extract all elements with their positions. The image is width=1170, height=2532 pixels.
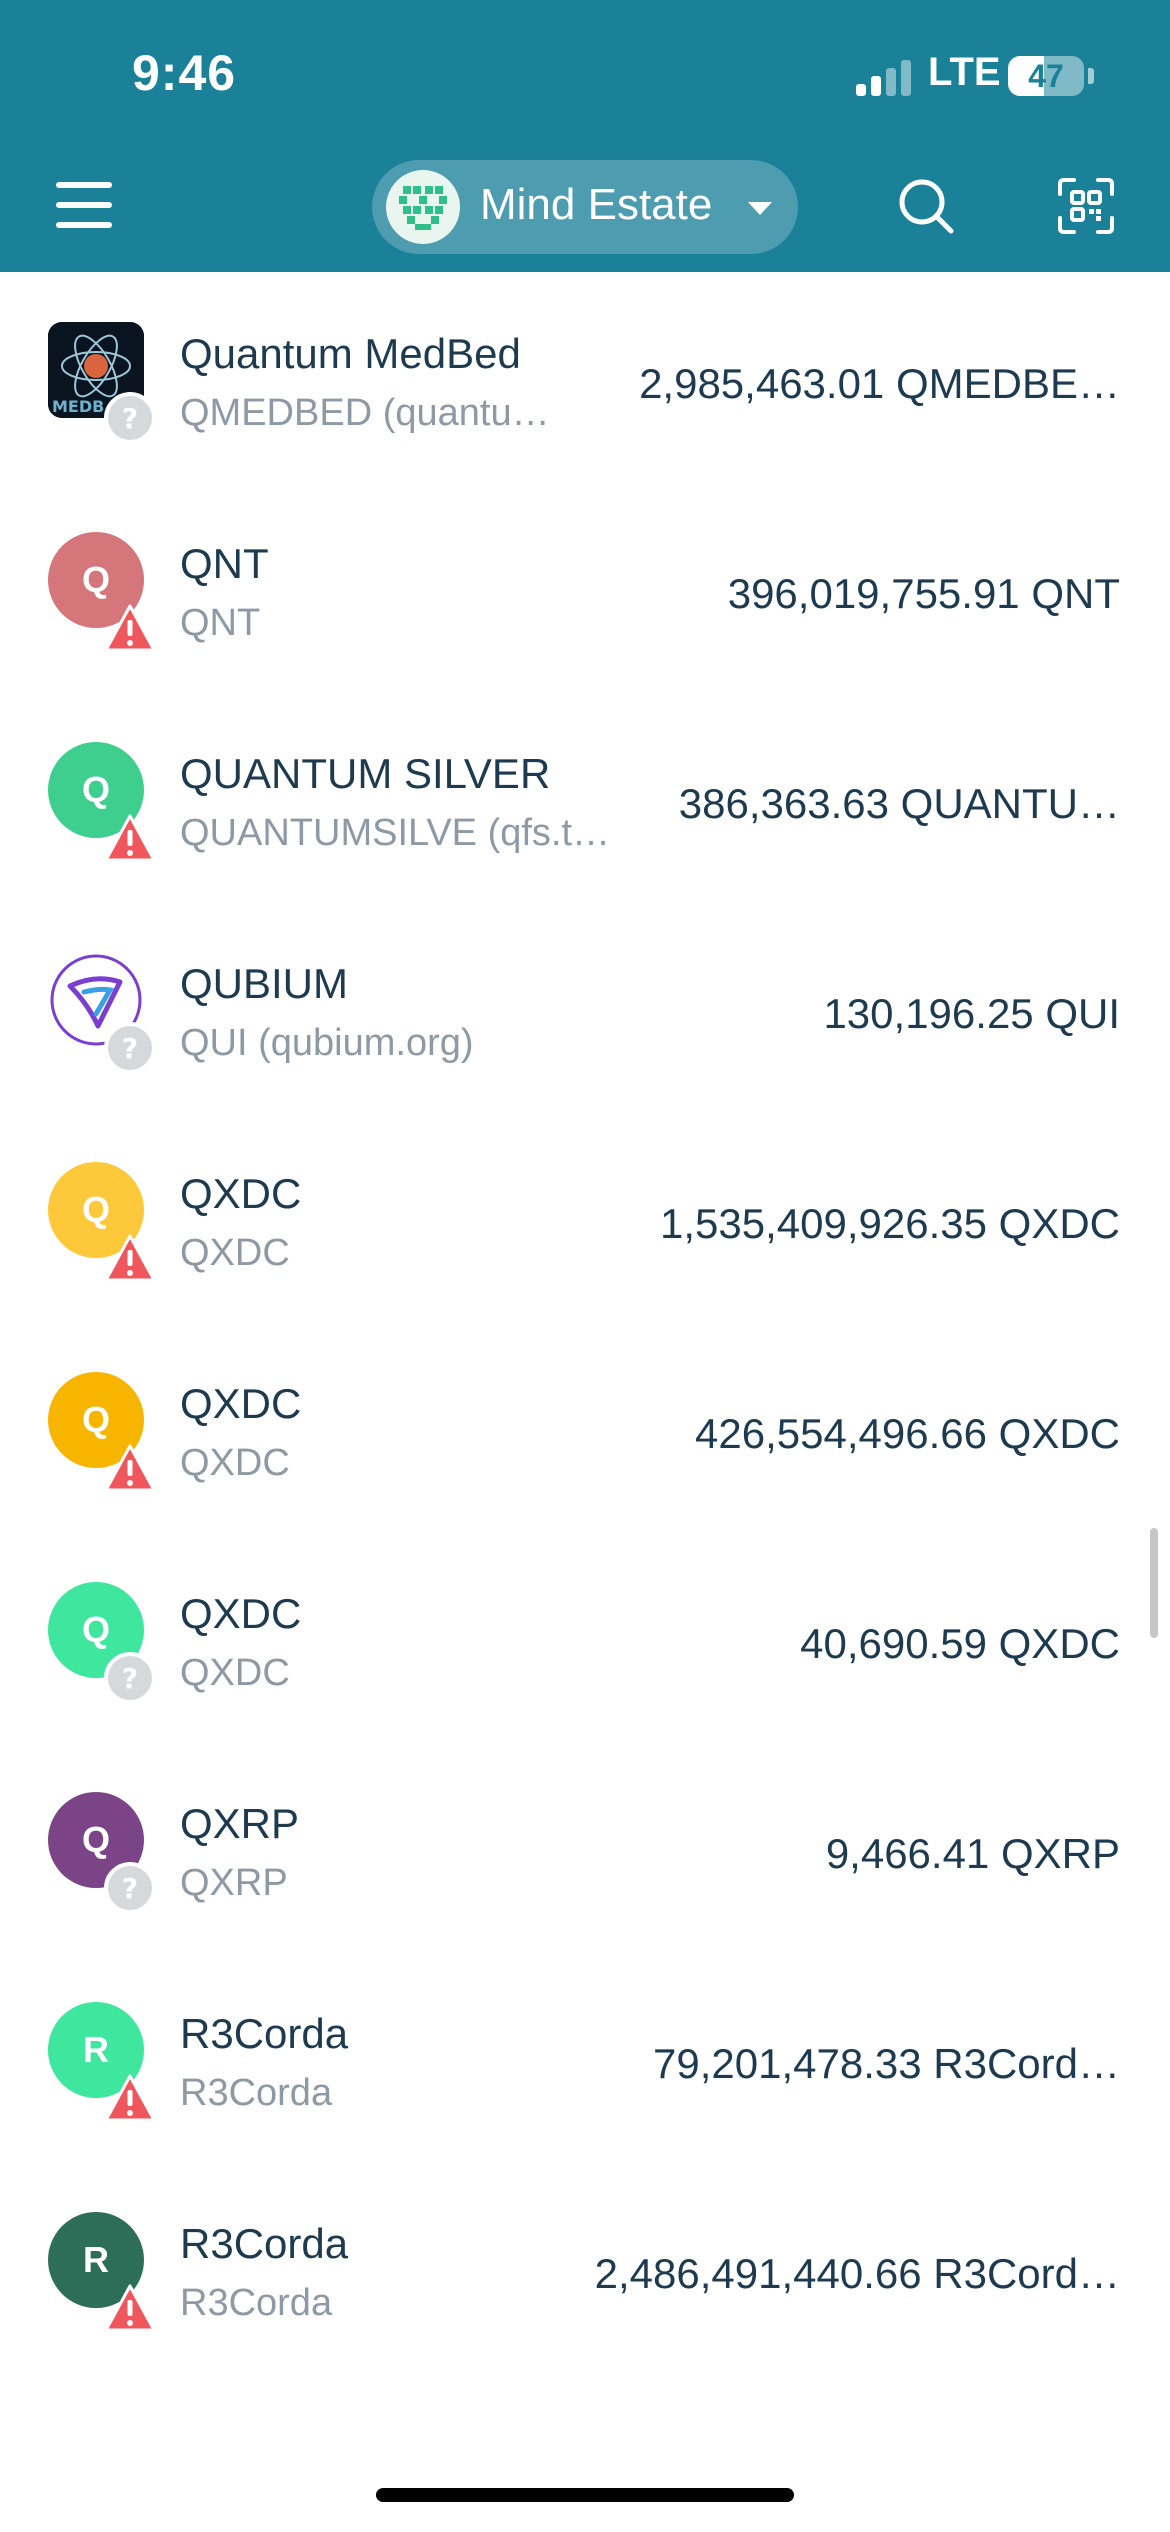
warning-badge-icon: [104, 1234, 156, 1282]
asset-name: QXDC: [180, 1380, 302, 1427]
asset-row[interactable]: Q QUANTUM SILVER QUANTUMSILVE (qfs.t… 38…: [0, 692, 1170, 902]
asset-balance: 426,554,496.66 QXDC: [695, 1410, 1120, 1457]
asset-code: R3Corda: [180, 2282, 333, 2324]
svg-text:MEDB: MEDB: [52, 397, 104, 416]
caret-down-icon: [748, 202, 772, 215]
wallet-avatar: [386, 170, 460, 244]
asset-row[interactable]: MEDB ? Quantum MedBed QMEDBED (quantu… 2…: [0, 272, 1170, 482]
battery-icon: 47: [1008, 56, 1084, 96]
wallet-selector[interactable]: Mind Estate: [372, 160, 798, 254]
asset-balance: 2,985,463.01 QMEDBE…: [639, 360, 1120, 407]
asset-name: QXRP: [180, 1800, 300, 1847]
warning-badge-icon: [104, 2284, 156, 2332]
asset-row[interactable]: Q QNT QNT 396,019,755.91 QNT: [0, 482, 1170, 692]
asset-row[interactable]: Q ? QXRP QXRP 9,466.41 QXRP: [0, 1742, 1170, 1952]
question-badge-icon: ?: [104, 1652, 156, 1704]
svg-text:?: ?: [122, 1032, 138, 1065]
search-button[interactable]: [896, 176, 956, 236]
asset-code: QNT: [180, 602, 261, 644]
asset-code: QXRP: [180, 1862, 288, 1904]
asset-row[interactable]: Q QXDC QXDC 426,554,496.66 QXDC: [0, 1322, 1170, 1532]
status-time: 9:46: [132, 45, 237, 101]
svg-text:?: ?: [122, 402, 138, 435]
asset-balance: 2,486,491,440.66 R3Cord…: [594, 2250, 1120, 2297]
asset-row[interactable]: ? QUBIUM QUI (qubium.org) 130,196.25 QUI: [0, 902, 1170, 1112]
warning-badge-icon: [104, 814, 156, 862]
scrollbar[interactable]: [1150, 1528, 1158, 1638]
asset-name: QUANTUM SILVER: [180, 750, 551, 797]
asset-balance: 40,690.59 QXDC: [800, 1620, 1120, 1667]
asset-code: QXDC: [180, 1232, 290, 1274]
asset-code: QXDC: [180, 1652, 290, 1694]
svg-text:?: ?: [122, 1872, 138, 1905]
asset-name: QNT: [180, 540, 269, 587]
cellular-signal-icon: [856, 60, 912, 96]
battery-percent: 47: [1028, 58, 1064, 94]
question-badge-icon: ?: [104, 1022, 156, 1074]
asset-name: QXDC: [180, 1170, 302, 1217]
battery-nub: [1088, 68, 1094, 84]
question-badge-icon: ?: [104, 392, 156, 444]
asset-balance: 1,535,409,926.35 QXDC: [660, 1200, 1120, 1247]
search-icon: [899, 179, 954, 234]
asset-code: QMEDBED (quantu…: [180, 392, 550, 434]
warning-badge-icon: [104, 604, 156, 652]
asset-balance: 386,363.63 QUANTU…: [678, 780, 1120, 827]
warning-badge-icon: [104, 1444, 156, 1492]
network-type: LTE: [928, 50, 1001, 94]
asset-row[interactable]: Q QXDC QXDC 1,535,409,926.35 QXDC: [0, 1112, 1170, 1322]
asset-code: R3Corda: [180, 2072, 333, 2114]
asset-name: QXDC: [180, 1590, 302, 1637]
asset-name: Quantum MedBed: [180, 330, 521, 377]
asset-name: R3Corda: [180, 2220, 349, 2267]
asset-balance: 79,201,478.33 R3Cord…: [653, 2040, 1120, 2087]
asset-name: QUBIUM: [180, 960, 348, 1007]
asset-name: R3Corda: [180, 2010, 349, 2057]
asset-row[interactable]: R R3Corda R3Corda 2,486,491,440.66 R3Cor…: [0, 2162, 1170, 2372]
svg-text:?: ?: [122, 1662, 138, 1695]
asset-code: QUI (qubium.org): [180, 1022, 474, 1064]
asset-balance: 130,196.25 QUI: [823, 990, 1120, 1037]
app-header: 9:46 LTE 47 Mind Estate: [0, 0, 1170, 272]
qr-scan-button[interactable]: [1056, 176, 1116, 236]
menu-button[interactable]: [56, 180, 112, 230]
asset-balance: 396,019,755.91 QNT: [727, 570, 1120, 617]
asset-code: QUANTUMSILVE (qfs.t…: [180, 812, 611, 854]
wallet-name: Mind Estate: [480, 180, 713, 229]
warning-badge-icon: [104, 2074, 156, 2122]
home-indicator[interactable]: [376, 2488, 794, 2502]
asset-balance: 9,466.41 QXRP: [825, 1830, 1120, 1877]
wallet-identicon-icon: [399, 186, 447, 230]
qr-scan-icon: [1058, 178, 1114, 234]
asset-row[interactable]: R R3Corda R3Corda 79,201,478.33 R3Cord…: [0, 1952, 1170, 2162]
asset-code: QXDC: [180, 1442, 290, 1484]
question-badge-icon: ?: [104, 1862, 156, 1914]
asset-row[interactable]: Q ? QXDC QXDC 40,690.59 QXDC: [0, 1532, 1170, 1742]
